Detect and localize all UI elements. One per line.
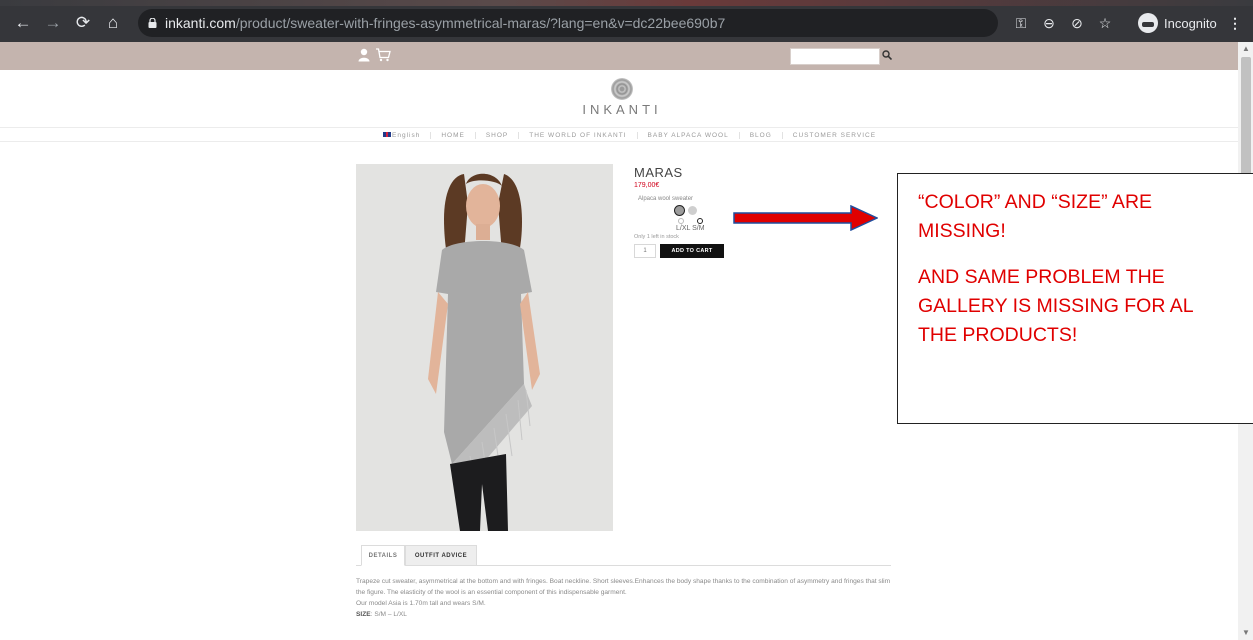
key-icon[interactable]: ⚿ <box>1012 14 1030 32</box>
menu-item-world[interactable]: THE WORLD OF INKANTI <box>519 131 638 139</box>
stock-status: Only 1 left in stock <box>634 234 679 240</box>
annotation-line-1: “COLOR” AND “SIZE” ARE MISSING! <box>918 191 1153 242</box>
product-subtitle: Alpaca wool sweater <box>638 196 694 202</box>
annotation-line-2: AND SAME PROBLEM THE GALLERY IS MISSING F… <box>918 263 1253 350</box>
home-icon[interactable]: ⌂ <box>104 14 122 32</box>
logo-emblem[interactable] <box>611 78 633 100</box>
zoom-icon[interactable]: ⊖ <box>1040 14 1058 32</box>
kebab-menu-icon[interactable]: ⋮ <box>1226 14 1244 32</box>
user-icon[interactable] <box>358 48 370 62</box>
size-value: : S/M – L/XL <box>370 611 407 618</box>
annotation-line-2c: THE PRODUCTS! <box>918 324 1078 346</box>
size-label: SIZE <box>356 611 371 618</box>
product-title: MARAS <box>634 165 683 180</box>
size-radio-lxl[interactable] <box>678 218 684 224</box>
site-search-input[interactable] <box>790 48 880 65</box>
annotation-line-2b: GALLERY IS MISSING FOR AL <box>918 295 1194 317</box>
annotation-line-2a: AND SAME PROBLEM THE <box>918 266 1165 288</box>
product-photo-illustration <box>356 164 613 531</box>
site-logo[interactable]: INKANTI <box>570 102 674 117</box>
size-labels: L/XL S/M <box>676 225 705 232</box>
color-swatch-grey[interactable] <box>674 205 685 216</box>
star-icon[interactable]: ☆ <box>1096 14 1114 32</box>
annotation-callout: “COLOR” AND “SIZE” ARE MISSING! AND SAME … <box>897 173 1253 424</box>
tab-strip <box>0 0 1253 6</box>
url-host: inkanti.com <box>165 15 236 31</box>
menu-item-shop[interactable]: SHOP <box>476 131 520 139</box>
product-price: 179,00€ <box>634 182 660 189</box>
menu-item-customer-service[interactable]: CUSTOMER SERVICE <box>783 132 886 139</box>
annotation-arrow <box>733 205 878 231</box>
lock-icon <box>148 18 157 28</box>
menu-item-alpaca[interactable]: BABY ALPACA WOOL <box>638 131 740 139</box>
search-icon[interactable] <box>882 50 892 60</box>
menu-divider-top <box>0 127 1238 128</box>
add-to-cart-button[interactable]: ADD TO CART <box>660 244 724 258</box>
scroll-up-icon[interactable]: ▲ <box>1241 44 1251 54</box>
incognito-icon <box>1138 13 1158 33</box>
reload-icon[interactable]: ⟳ <box>74 14 92 32</box>
eye-off-icon[interactable]: ⊘ <box>1068 14 1086 32</box>
url-text[interactable]: inkanti.com/product/sweater-with-fringes… <box>165 15 725 31</box>
quantity-input[interactable]: 1 <box>634 244 656 258</box>
product-description: Trapeze cut sweater, asymmetrical at the… <box>356 576 896 620</box>
back-arrow-icon[interactable]: ← <box>14 14 32 32</box>
scroll-down-icon[interactable]: ▼ <box>1241 628 1251 638</box>
product-image[interactable] <box>356 164 613 531</box>
menu-item-home[interactable]: HOME <box>431 131 476 139</box>
incognito-label: Incognito <box>1164 15 1217 31</box>
tab-outfit-advice[interactable]: OUTFIT ADVICE <box>405 545 477 566</box>
tab-details[interactable]: DETAILS <box>361 545 405 566</box>
site-topbar <box>0 42 1238 70</box>
forward-arrow-icon[interactable]: → <box>44 14 62 32</box>
description-paragraph: Trapeze cut sweater, asymmetrical at the… <box>356 578 891 596</box>
incognito-indicator[interactable]: Incognito <box>1138 12 1217 34</box>
color-swatch-light-grey[interactable] <box>688 206 697 215</box>
menu-divider-bottom <box>0 141 1238 142</box>
menu-item-blog[interactable]: BLOG <box>740 131 783 139</box>
menu-item-language[interactable]: English <box>373 131 432 139</box>
model-info: Our model Asia is 1.70m tall and wears S… <box>356 600 486 607</box>
main-menu: English HOME SHOP THE WORLD OF INKANTI B… <box>373 130 886 140</box>
size-info: SIZE: S/M – L/XL <box>356 609 896 620</box>
flag-icon <box>383 132 391 138</box>
cart-icon[interactable] <box>375 48 391 62</box>
url-path: /product/sweater-with-fringes-asymmetric… <box>235 15 726 31</box>
size-radio-sm[interactable] <box>697 218 703 224</box>
menu-item-label: English <box>392 131 421 139</box>
